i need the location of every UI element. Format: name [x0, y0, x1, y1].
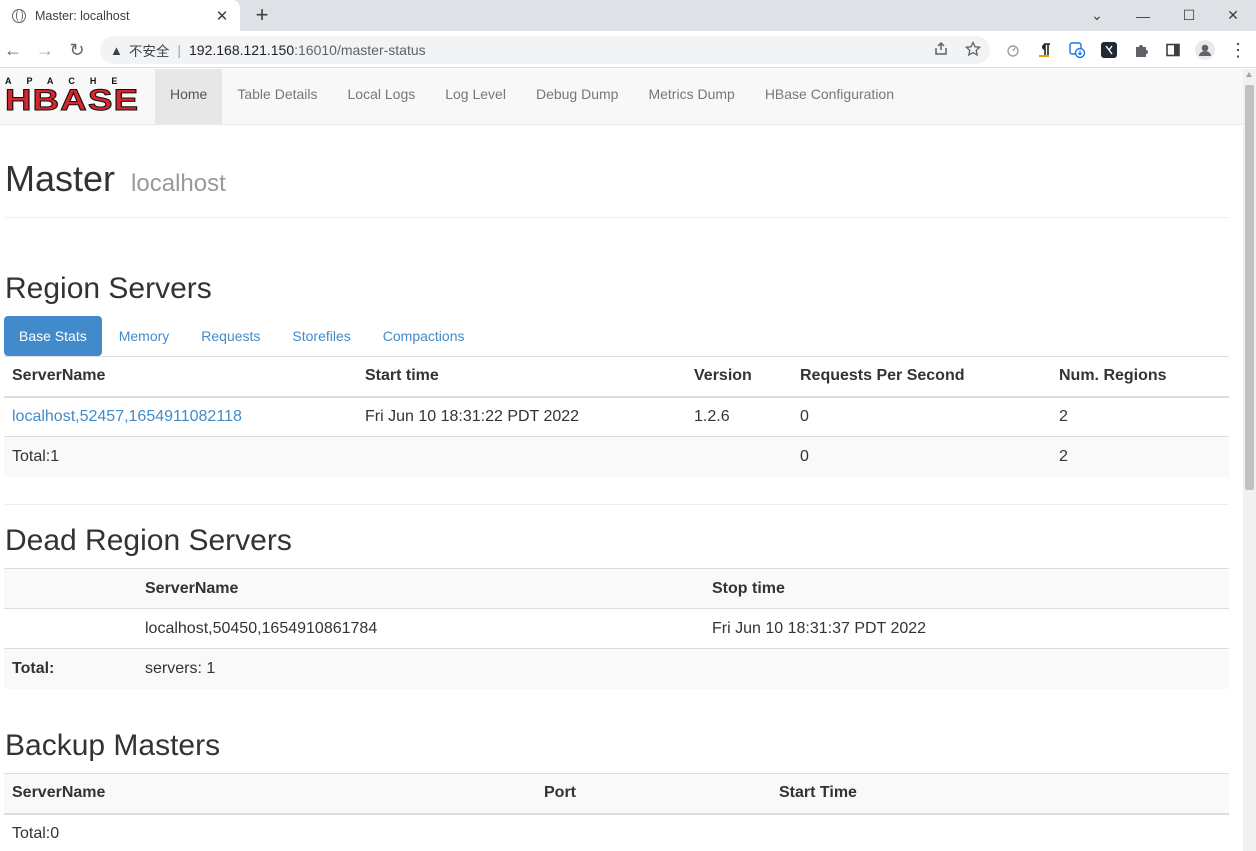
total-row: Total:0: [4, 813, 1229, 851]
table-header-row: ServerName Port Start Time: [4, 773, 1229, 815]
tab-compactions[interactable]: Compactions: [368, 316, 480, 356]
minimize-button[interactable]: —: [1120, 0, 1166, 31]
extension-pilcrow-icon[interactable]: [1035, 40, 1055, 60]
stop-time-cell: Fri Jun 10 18:31:37 PDT 2022: [704, 608, 1229, 649]
scroll-up-arrow-icon[interactable]: [1246, 72, 1252, 77]
scrollbar-thumb[interactable]: [1245, 85, 1254, 490]
dead-region-servers-heading: Dead Region Servers: [5, 524, 292, 557]
backup-masters-heading: Backup Masters: [5, 729, 221, 762]
total-label: Total:: [4, 648, 137, 689]
table-row: localhost,50450,1654910861784 Fri Jun 10…: [4, 608, 1229, 649]
globe-icon: [12, 8, 26, 23]
page-title: Master localhost: [5, 158, 226, 200]
total-regions: 2: [1051, 436, 1229, 477]
col-requests-per-second: Requests Per Second: [792, 356, 1051, 398]
close-tab-icon[interactable]: ✕: [210, 7, 234, 25]
col-stop-time: Stop time: [704, 568, 1229, 609]
extension-gauge-icon[interactable]: [1003, 40, 1023, 60]
logo-hbase-text: HBASE: [4, 84, 140, 117]
nav-debug-dump[interactable]: Debug Dump: [521, 69, 634, 125]
extension-download-icon[interactable]: [1067, 40, 1087, 60]
forward-button[interactable]: →: [32, 37, 58, 63]
nav-log-level[interactable]: Log Level: [430, 69, 521, 125]
browser-tab[interactable]: Master: localhost ✕: [0, 0, 240, 31]
tab-search-icon[interactable]: ⌄: [1074, 0, 1120, 31]
close-window-button[interactable]: ✕: [1210, 0, 1256, 31]
address-path: :16010/master-status: [294, 42, 426, 58]
main-nav: Home Table Details Local Logs Log Level …: [155, 69, 909, 125]
col-start-time: Start Time: [771, 773, 1229, 815]
bookmark-star-icon[interactable]: [964, 40, 982, 59]
browser-toolbar: ← → ↻ ▲ 不安全 | 192.168.121.150:16010/mast…: [0, 31, 1256, 68]
nav-hbase-configuration[interactable]: HBase Configuration: [750, 69, 909, 125]
rps-cell: 0: [792, 396, 1051, 437]
total-label: Total:0: [4, 813, 536, 851]
side-panel-icon[interactable]: [1163, 40, 1183, 60]
new-tab-button[interactable]: +: [250, 3, 274, 27]
region-servers-heading: Region Servers: [5, 272, 212, 305]
col-port: Port: [536, 773, 771, 815]
maximize-button[interactable]: ☐: [1166, 0, 1212, 31]
table-row: localhost,52457,1654911082118 Fri Jun 10…: [4, 396, 1229, 437]
total-row: Total: servers: 1: [4, 648, 1229, 689]
insecure-label[interactable]: 不安全: [129, 40, 170, 60]
share-icon[interactable]: [932, 41, 950, 59]
nav-home[interactable]: Home: [155, 69, 223, 125]
nav-local-logs[interactable]: Local Logs: [333, 69, 431, 125]
page-scrollbar[interactable]: [1243, 69, 1256, 851]
server-cell: localhost,52457,1654911082118: [4, 396, 357, 437]
total-row: Total:1 0 2: [4, 436, 1229, 477]
version-cell: 1.2.6: [686, 396, 792, 437]
total-rps: 0: [792, 436, 1051, 477]
address-bar[interactable]: ▲ 不安全 | 192.168.121.150:16010/master-sta…: [100, 36, 990, 64]
extensions-puzzle-icon[interactable]: [1131, 40, 1151, 60]
col-servername: ServerName: [4, 773, 536, 815]
start-time-cell: Fri Jun 10 18:31:22 PDT 2022: [357, 396, 686, 437]
back-button[interactable]: ←: [0, 37, 26, 63]
address-separator: |: [177, 42, 182, 58]
page-content: APACHE HBASE Home Table Details Local Lo…: [0, 69, 1243, 851]
table-header-row: ServerName Start time Version Requests P…: [4, 356, 1229, 398]
region-servers-tabs: Base Stats Memory Requests Storefiles Co…: [4, 316, 481, 356]
warning-icon[interactable]: ▲: [110, 43, 123, 58]
dead-region-servers-table: ServerName Stop time localhost,50450,165…: [4, 568, 1229, 689]
dead-server-cell: localhost,50450,1654910861784: [137, 608, 704, 649]
address-host: 192.168.121.150: [189, 42, 295, 58]
col-start-time: Start time: [357, 356, 686, 398]
tab-storefiles[interactable]: Storefiles: [277, 316, 365, 356]
hbase-navbar: APACHE HBASE Home Table Details Local Lo…: [0, 69, 1243, 125]
col-servername: ServerName: [4, 356, 357, 398]
col-num-regions: Num. Regions: [1051, 356, 1229, 398]
table-header-row: ServerName Stop time: [4, 568, 1229, 609]
page-subtitle: localhost: [131, 170, 226, 197]
nav-table-details[interactable]: Table Details: [222, 69, 332, 125]
profile-avatar-icon[interactable]: [1195, 40, 1215, 60]
region-servers-table: ServerName Start time Version Requests P…: [4, 356, 1229, 477]
col-servername: ServerName: [137, 568, 704, 609]
regions-cell: 2: [1051, 396, 1229, 437]
nav-metrics-dump[interactable]: Metrics Dump: [633, 69, 749, 125]
reload-button[interactable]: ↻: [64, 37, 90, 63]
tab-title: Master: localhost: [35, 8, 130, 23]
browser-menu-icon[interactable]: ⋮: [1228, 40, 1248, 60]
tab-requests[interactable]: Requests: [186, 316, 275, 356]
tab-memory[interactable]: Memory: [104, 316, 185, 356]
total-label: Total:1: [4, 436, 357, 477]
total-servers: servers: 1: [137, 648, 704, 689]
divider: [5, 504, 1229, 505]
hbase-logo[interactable]: APACHE HBASE: [4, 76, 141, 116]
backup-masters-table: ServerName Port Start Time Total:0: [4, 773, 1229, 851]
server-link[interactable]: localhost,52457,1654911082118: [12, 408, 242, 425]
tab-base-stats[interactable]: Base Stats: [4, 316, 102, 356]
extension-dark-icon[interactable]: [1099, 40, 1119, 60]
browser-tab-strip: Master: localhost ✕ + ⌄ — ☐ ✕: [0, 0, 1256, 31]
col-version: Version: [686, 356, 792, 398]
divider: [5, 217, 1229, 218]
page-title-text: Master: [5, 158, 116, 199]
